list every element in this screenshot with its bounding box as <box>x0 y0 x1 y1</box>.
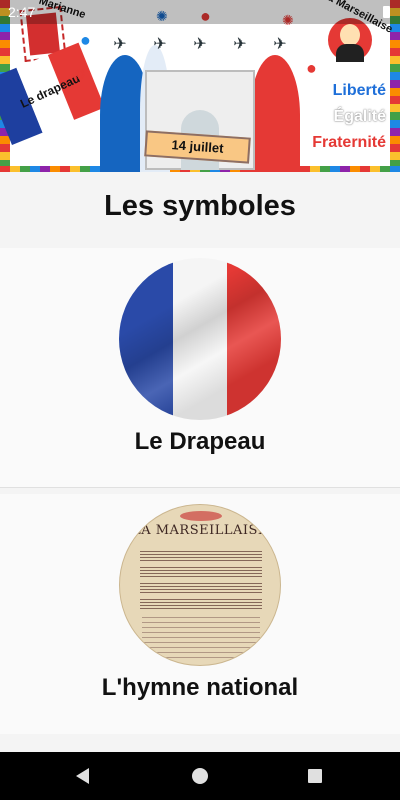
battery-icon <box>383 6 390 18</box>
page-title: Les symboles <box>104 190 296 222</box>
motto-fraternite: Fraternité <box>312 134 386 151</box>
back-icon[interactable] <box>76 768 89 784</box>
symbol-card-hymne[interactable]: LA MARSEILLAISE L'hymne national <box>0 494 400 734</box>
card-label: Le Drapeau <box>134 428 266 455</box>
motto-egalite: Égalité <box>333 108 386 125</box>
jets-icon: ✈ ✈ ✈ ✈ ✈ <box>113 36 287 53</box>
singer-icon <box>328 18 372 62</box>
recent-apps-icon[interactable] <box>308 769 322 783</box>
status-bar: 2:47 <box>0 0 400 24</box>
home-icon[interactable] <box>192 768 208 784</box>
flag-image <box>119 258 281 420</box>
firework-icon: ✺ <box>74 66 86 82</box>
score-title: LA MARSEILLAISE <box>132 523 268 538</box>
header-banner: Marianne Le drapeau ✺ ● ● ✺ ✺ ● ✈ ✈ ✈ ✈ ✈ 14… <box>0 0 400 172</box>
score-image: LA MARSEILLAISE <box>119 504 281 666</box>
navigation-bar <box>0 752 400 800</box>
motto-liberte: Liberté <box>332 82 386 99</box>
balloon-icon: ● <box>306 58 317 78</box>
status-time: 2:47 <box>8 4 36 20</box>
card-label: L'hymne national <box>101 674 299 701</box>
balloon-icon: ● <box>80 30 91 50</box>
symbol-card-drapeau[interactable]: Le Drapeau <box>0 248 400 488</box>
